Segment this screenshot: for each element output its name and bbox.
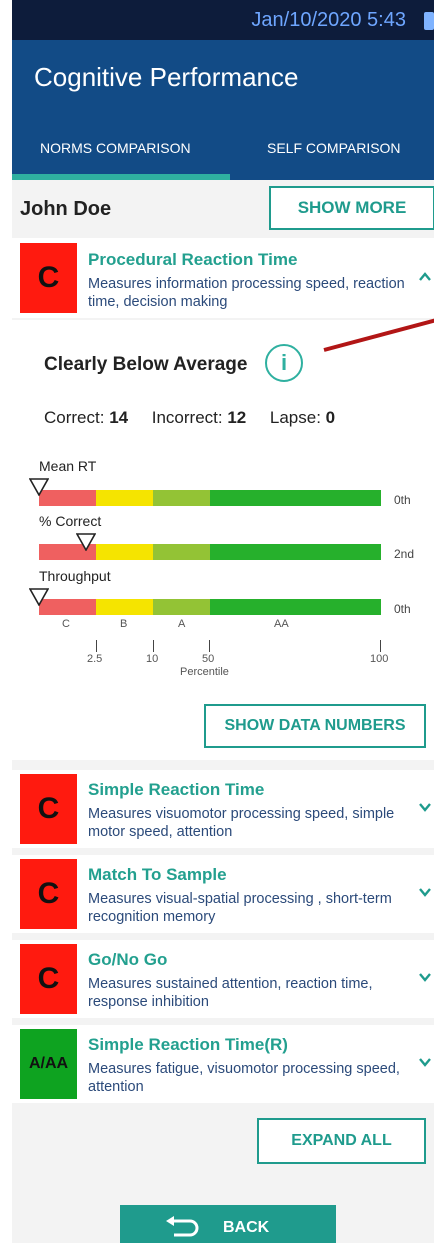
chevron-down-icon[interactable]: [418, 970, 432, 984]
chevron-down-icon[interactable]: [418, 885, 432, 899]
axis-tick: [380, 640, 381, 652]
tab-bar: NORMS COMPARISON SELF COMPARISON: [12, 118, 434, 180]
percentile-marker: [28, 588, 50, 607]
metric-label-correct: % Correct: [39, 513, 102, 529]
back-button[interactable]: BACK: [120, 1205, 336, 1243]
percentile-marker: [28, 478, 50, 497]
test-card-match-to-sample[interactable]: C Match To Sample Measures visual-spatia…: [12, 855, 434, 933]
band-label-aa: AA: [274, 618, 289, 630]
performance-level: Clearly Below Average: [44, 354, 248, 375]
percentile-value-correct: 2nd: [394, 547, 415, 561]
annotation-line: [323, 318, 434, 352]
app-screen: Jan/10/2020 5:43 Cognitive Performance N…: [12, 0, 434, 1243]
status-datetime: Jan/10/2020 5:43: [251, 9, 406, 31]
incorrect-value: 12: [227, 408, 247, 427]
chevron-up-icon[interactable]: [418, 270, 432, 284]
test-card-simple-reaction-time[interactable]: C Simple Reaction Time Measures visuomot…: [12, 770, 434, 848]
back-label: BACK: [223, 1219, 270, 1236]
expand-all-button[interactable]: EXPAND ALL: [257, 1118, 426, 1164]
percentile-bar-throughput: [39, 599, 381, 615]
axis-tick: [153, 640, 154, 652]
test-card-simple-reaction-time-r[interactable]: A/AA Simple Reaction Time(R) Measures fa…: [12, 1025, 434, 1103]
test-title: Match To Sample: [88, 865, 227, 884]
incorrect-label: Incorrect:: [151, 408, 223, 427]
percentile-bar-mean-rt: [39, 490, 381, 506]
correct-label: Correct:: [44, 408, 105, 427]
status-bar: Jan/10/2020 5:43: [12, 0, 434, 40]
test-description: Measures sustained attention, reaction t…: [88, 976, 373, 1010]
lapse-value: 0: [325, 408, 336, 427]
metric-label-mean-rt: Mean RT: [39, 458, 97, 474]
grade-badge: C: [20, 944, 77, 1014]
lapse-label: Lapse:: [269, 408, 321, 427]
band-label-c: C: [62, 618, 70, 630]
tick-label-2-5: 2.5: [87, 653, 103, 665]
metric-label-throughput: Throughput: [39, 568, 111, 584]
test-card-go-no-go[interactable]: C Go/No Go Measures sustained attention,…: [12, 940, 434, 1018]
grade-badge: A/AA: [20, 1029, 77, 1099]
percentile-marker: [75, 533, 97, 552]
test-description: Measures fatigue, visuomotor processing …: [88, 1061, 400, 1095]
grade-badge: C: [20, 774, 77, 844]
correct-value: 14: [109, 408, 129, 427]
app-bar: Cognitive Performance: [12, 40, 434, 118]
test-title: Simple Reaction Time: [88, 780, 265, 799]
band-label-b: B: [120, 618, 128, 630]
show-data-numbers-button[interactable]: SHOW DATA NUMBERS: [204, 704, 426, 748]
tick-label-100: 100: [370, 653, 389, 665]
battery-icon: [424, 12, 434, 30]
user-name: John Doe: [20, 198, 112, 220]
test-description: Measures visuomotor processing speed, si…: [88, 806, 395, 840]
test-title: Simple Reaction Time(R): [88, 1035, 288, 1054]
back-arrow-icon: [166, 1216, 199, 1237]
grade-badge: C: [20, 243, 77, 313]
grade-badge: C: [20, 859, 77, 929]
percentile-value-throughput: 0th: [394, 602, 411, 616]
test-title: Procedural Reaction Time: [88, 250, 298, 269]
chevron-down-icon[interactable]: [418, 800, 432, 814]
axis-tick: [209, 640, 210, 652]
tab-indicator: [12, 174, 230, 180]
test-title: Go/No Go: [88, 950, 168, 969]
info-icon[interactable]: i: [265, 344, 303, 382]
tab-norms-comparison[interactable]: NORMS COMPARISON: [40, 140, 191, 156]
tick-label-10: 10: [146, 653, 159, 665]
tab-self-comparison[interactable]: SELF COMPARISON: [267, 140, 401, 156]
test-description: Measures visual-spatial processing , sho…: [88, 891, 392, 925]
axis-title: Percentile: [180, 666, 229, 678]
page-title: Cognitive Performance: [34, 62, 299, 92]
test-summary-panel: Clearly Below Average i Correct: 14 Inco…: [12, 320, 434, 760]
percentile-value-mean-rt: 0th: [394, 493, 411, 507]
tick-label-50: 50: [202, 653, 215, 665]
axis-tick: [96, 640, 97, 652]
chevron-down-icon[interactable]: [418, 1055, 432, 1069]
score-stats: Correct: 14 Incorrect: 12 Lapse: 0: [44, 408, 335, 428]
show-more-button[interactable]: SHOW MORE: [269, 186, 434, 230]
band-label-a: A: [178, 618, 186, 630]
